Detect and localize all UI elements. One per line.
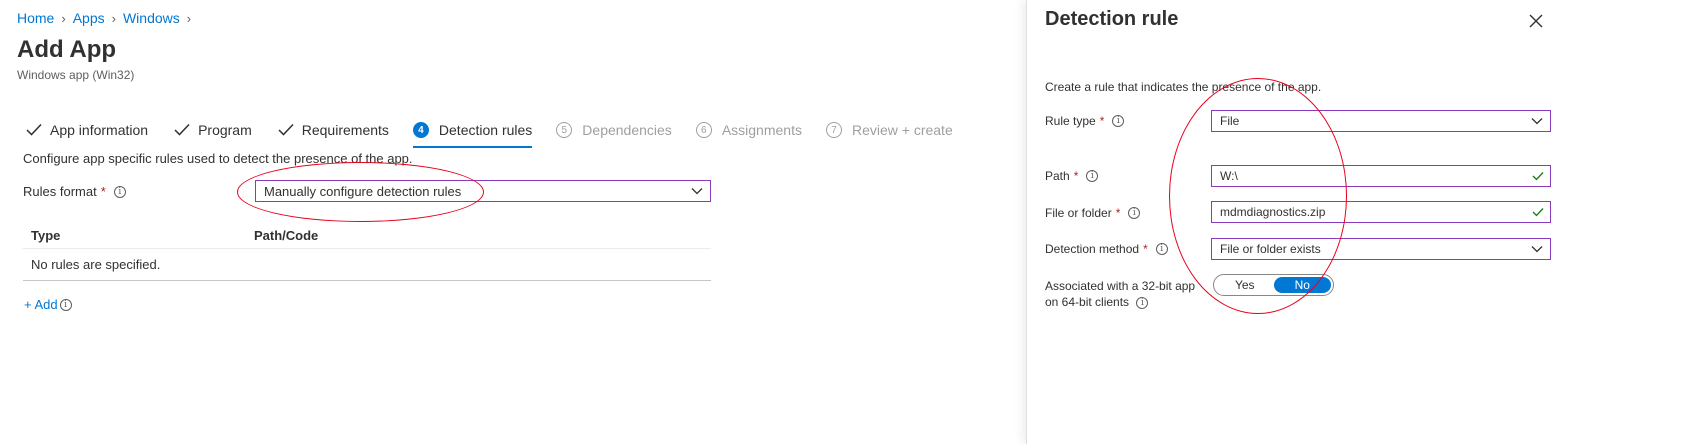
checkmark-icon	[276, 120, 296, 140]
dropdown-value: File	[1220, 114, 1240, 128]
tab-requirements[interactable]: Requirements	[276, 118, 389, 142]
tab-label: Requirements	[301, 122, 389, 138]
required-marker: *	[1115, 206, 1121, 220]
chevron-right-icon: ›	[61, 10, 66, 26]
info-icon[interactable]: i	[113, 185, 126, 198]
column-header-type: Type	[31, 227, 61, 243]
column-header-path-code: Path/Code	[254, 227, 319, 243]
step-number-badge: 5	[556, 122, 573, 138]
chevron-down-icon	[1531, 246, 1543, 253]
checkmark-icon	[1532, 172, 1544, 181]
checkmark-icon	[1532, 208, 1544, 217]
chevron-down-icon	[1531, 118, 1543, 125]
info-icon[interactable]: i	[1136, 296, 1149, 309]
assoc-32bit-toggle[interactable]: Yes No	[1213, 274, 1334, 296]
field-label-text: File or folder	[1045, 206, 1112, 220]
page-subtitle: Windows app (Win32)	[17, 68, 135, 82]
info-icon[interactable]: i	[1112, 115, 1125, 127]
rule-type-dropdown[interactable]: File	[1211, 110, 1551, 132]
tab-dependencies[interactable]: 5 Dependencies	[556, 118, 672, 142]
table-header: Type Path/Code	[23, 222, 711, 249]
breadcrumb-windows[interactable]: Windows	[123, 10, 180, 26]
rule-type-label: Rule type * i	[1045, 114, 1125, 128]
tab-label: Detection rules	[438, 122, 533, 138]
tab-assignments[interactable]: 6 Assignments	[695, 118, 802, 142]
breadcrumb-home[interactable]: Home	[17, 10, 54, 26]
add-rule-label: + Add	[24, 297, 58, 312]
field-label-text: Associated with a 32-bit app	[1045, 279, 1196, 293]
field-label-text: Path	[1045, 169, 1070, 183]
required-marker: *	[1143, 242, 1148, 256]
path-input[interactable]: W:\	[1211, 165, 1551, 187]
tab-label: Dependencies	[582, 122, 672, 138]
close-icon[interactable]	[1527, 12, 1545, 30]
breadcrumb-apps[interactable]: Apps	[73, 10, 105, 26]
detection-method-dropdown[interactable]: File or folder exists	[1211, 238, 1551, 260]
info-icon[interactable]: i	[1086, 170, 1099, 182]
chevron-right-icon: ›	[111, 10, 116, 26]
checkmark-icon	[24, 120, 44, 140]
tab-label: Program	[198, 122, 252, 138]
detection-method-label: Detection method * i	[1045, 242, 1168, 256]
field-label-text: Detection method	[1045, 242, 1140, 256]
breadcrumb: Home › Apps › Windows ›	[17, 10, 198, 26]
dropdown-value: Manually configure detection rules	[264, 183, 462, 199]
assoc-32bit-label: Associated with a 32-bit app on 64-bit c…	[1045, 278, 1195, 310]
tab-label: Review + create	[851, 122, 953, 138]
panel-description: Create a rule that indicates the presenc…	[1045, 80, 1322, 94]
required-marker: *	[100, 184, 106, 199]
required-marker: *	[1099, 114, 1105, 128]
toggle-yes-option[interactable]: Yes	[1216, 277, 1274, 293]
step-number-badge: 7	[825, 122, 842, 138]
chevron-right-icon: ›	[186, 10, 192, 26]
field-label-text: on 64-bit clients	[1045, 295, 1130, 309]
required-marker: *	[1073, 169, 1079, 183]
page-title: Add App	[17, 36, 117, 63]
add-rule-link[interactable]: + Add i	[24, 297, 72, 312]
rules-table: Type Path/Code No rules are specified.	[23, 222, 711, 281]
step-number-badge: 6	[695, 122, 712, 138]
tab-review-create[interactable]: 7 Review + create	[825, 118, 953, 142]
input-value: W:\	[1220, 169, 1238, 183]
checkmark-icon	[172, 120, 192, 140]
tab-label: Assignments	[721, 122, 802, 138]
file-or-folder-label: File or folder * i	[1045, 206, 1141, 220]
field-label-text: Rule type	[1045, 114, 1096, 128]
detection-rule-panel: Detection rule Create a rule that indica…	[1026, 0, 1692, 444]
chevron-down-icon	[691, 188, 703, 195]
toggle-no-option[interactable]: No	[1273, 277, 1331, 293]
rules-format-dropdown[interactable]: Manually configure detection rules	[255, 180, 711, 202]
path-label: Path * i	[1045, 169, 1099, 183]
empty-table-message: No rules are specified.	[23, 249, 711, 281]
file-or-folder-input[interactable]: mdmdiagnostics.zip	[1211, 201, 1551, 223]
section-description: Configure app specific rules used to det…	[23, 151, 413, 166]
rules-format-label: Rules format * i	[23, 184, 126, 199]
step-number-badge: 4	[412, 122, 429, 138]
dropdown-value: File or folder exists	[1220, 242, 1321, 256]
tab-detection-rules[interactable]: 4 Detection rules	[412, 118, 533, 148]
field-label-text: Rules format	[23, 184, 97, 199]
tab-app-information[interactable]: App information	[24, 118, 148, 142]
wizard-tabs: App information Program Requirements 4 D…	[24, 118, 977, 148]
tab-program[interactable]: Program	[172, 118, 252, 142]
info-icon[interactable]: i	[1128, 207, 1141, 219]
info-icon[interactable]: i	[1155, 243, 1168, 255]
panel-title: Detection rule	[1045, 8, 1179, 30]
input-value: mdmdiagnostics.zip	[1220, 205, 1326, 219]
info-icon[interactable]: i	[59, 298, 72, 311]
tab-label: App information	[50, 122, 149, 138]
